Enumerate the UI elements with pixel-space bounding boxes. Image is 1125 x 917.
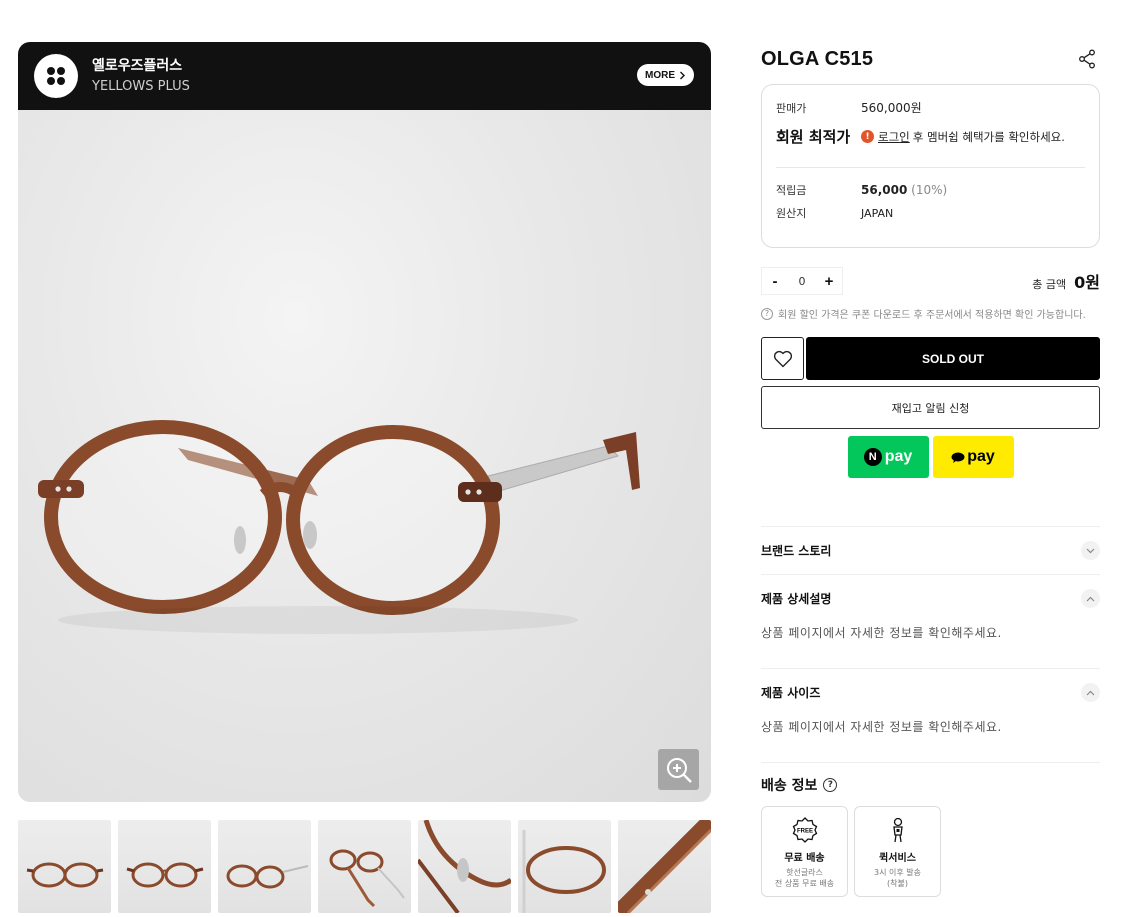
question-icon[interactable]: ? bbox=[823, 778, 838, 792]
price-label: 판매가 bbox=[776, 101, 807, 115]
thumbnail-4[interactable] bbox=[318, 820, 411, 913]
courier-icon bbox=[888, 817, 908, 843]
accordion-header[interactable]: 브랜드 스토리 bbox=[761, 527, 1100, 574]
heart-icon bbox=[773, 350, 792, 367]
brand-more-button[interactable]: MORE bbox=[637, 64, 694, 86]
accordion-header[interactable]: 제품 사이즈 bbox=[761, 669, 1100, 716]
kakao-pay-button[interactable]: pay bbox=[932, 436, 1014, 478]
accordion-title: 제품 상세설명 bbox=[761, 592, 832, 606]
chevron-right-icon bbox=[680, 71, 685, 79]
origin-label: 원산지 bbox=[776, 207, 807, 220]
naver-n-icon: N bbox=[863, 448, 882, 466]
shipping-card-name: 무료 배송 bbox=[784, 853, 825, 864]
kpay-label: pay bbox=[967, 448, 995, 465]
accordion-product-detail: 제품 상세설명 상품 페이지에서 자세한 정보를 확인해주세요. bbox=[761, 574, 1100, 668]
member-benefit-text: 후 멤버쉽 혜택가를 확인하세요. bbox=[912, 129, 1065, 144]
thumb-glasses-detail-icon bbox=[522, 830, 606, 913]
thumbnail-5[interactable] bbox=[418, 820, 511, 913]
thumb-glasses-hinge-icon bbox=[618, 820, 711, 913]
brand-name-kr: 옐로우즈플러스 bbox=[92, 57, 183, 74]
discount-notice: ? 회원 할인 가격은 쿠폰 다운로드 후 주문서에서 적용하면 확인 가능합니… bbox=[761, 306, 1100, 321]
shipping-title-text: 배송 정보 bbox=[761, 778, 818, 794]
product-title: OLGA C515 bbox=[761, 47, 874, 70]
brand-name-en: YELLOWS PLUS bbox=[92, 78, 190, 94]
zoom-in-icon bbox=[666, 757, 692, 783]
shipping-card-desc-line2: 전 상품 무료 배송 bbox=[774, 879, 835, 888]
total-price: 총 금액 0원 bbox=[1032, 269, 1100, 293]
shipping-card-free: FREE 무료 배송 핫선글라스 전 상품 무료 배송 bbox=[761, 806, 848, 897]
notice-text: 회원 할인 가격은 쿠폰 다운로드 후 주문서에서 적용하면 확인 가능합니다. bbox=[778, 310, 1086, 321]
shipping-card-quick: 퀵서비스 3시 이후 발송 (착불) bbox=[854, 806, 941, 897]
price-value: 560,000원 bbox=[861, 101, 922, 115]
thumb-glasses-side-icon bbox=[329, 849, 405, 908]
thumbnail-3[interactable] bbox=[218, 820, 311, 913]
accordion-body: 상품 페이지에서 자세한 정보를 확인해주세요. bbox=[761, 720, 1002, 734]
divider bbox=[776, 167, 1085, 168]
sold-out-button[interactable]: SOLD OUT bbox=[806, 337, 1100, 380]
glasses-illustration bbox=[38, 420, 640, 634]
quantity-value[interactable]: 0 bbox=[799, 275, 806, 288]
restock-alert-button[interactable]: 재입고 알림 신청 bbox=[761, 386, 1100, 429]
chevron-up-icon[interactable] bbox=[1081, 589, 1100, 608]
chevron-up-icon[interactable] bbox=[1081, 683, 1100, 702]
shipping-info: 배송 정보 ? FREE 무료 배송 핫선글라스 전 상품 무료 배송 퀵서비스… bbox=[761, 762, 1100, 897]
thumbnail-1[interactable] bbox=[18, 820, 111, 913]
accordion-product-size: 제품 사이즈 상품 페이지에서 자세한 정보를 확인해주세요. bbox=[761, 668, 1100, 762]
thumb-glasses-angle-icon bbox=[226, 864, 309, 889]
npay-label: pay bbox=[884, 448, 913, 465]
thumb-glasses-front-icon bbox=[126, 862, 204, 888]
main-product-image[interactable] bbox=[18, 110, 711, 802]
accordion-body: 상품 페이지에서 자세한 정보를 확인해주세요. bbox=[761, 626, 1002, 640]
price-box: 판매가 560,000원 회원 최적가 ! 로그인 후 멤버쉽 혜택가를 확인하… bbox=[761, 84, 1100, 248]
accordion-brand-story: 브랜드 스토리 bbox=[761, 526, 1100, 574]
member-price-message: ! 로그인 후 멤버쉽 혜택가를 확인하세요. bbox=[861, 129, 1065, 145]
thumbnail-2[interactable] bbox=[118, 820, 211, 913]
shipping-card-desc-line1: 핫선글라스 bbox=[786, 868, 823, 877]
info-accordion: 브랜드 스토리 제품 상세설명 상품 페이지에서 자세한 정보를 확인해주세요.… bbox=[761, 526, 1100, 762]
free-badge-text: FREE bbox=[796, 829, 812, 835]
share-icon bbox=[1079, 49, 1095, 69]
accordion-title: 브랜드 스토리 bbox=[761, 544, 832, 558]
shipping-title: 배송 정보 ? bbox=[761, 775, 1100, 795]
points-amount: 56,000 bbox=[861, 183, 908, 197]
login-link[interactable]: 로그인 bbox=[878, 129, 910, 145]
product-info-panel: OLGA C515 판매가 560,000원 회원 최적가 ! 로그인 후 멤버… bbox=[761, 42, 1100, 897]
more-label: MORE bbox=[645, 69, 675, 81]
naver-pay-button[interactable]: N pay bbox=[847, 436, 929, 478]
accordion-header[interactable]: 제품 상세설명 bbox=[761, 575, 1100, 622]
brand-logo[interactable] bbox=[34, 54, 78, 98]
brand-logo-icon bbox=[47, 67, 65, 85]
thumbnail-strip bbox=[18, 820, 711, 913]
shipping-card-name: 퀵서비스 bbox=[879, 853, 916, 864]
total-value: 0원 bbox=[1074, 273, 1100, 292]
thumb-glasses-front-icon bbox=[26, 862, 104, 888]
thumb-glasses-closeup-icon bbox=[418, 820, 511, 913]
total-label: 총 금액 bbox=[1032, 278, 1067, 291]
points-value: 56,000 (10%) bbox=[861, 183, 947, 197]
chevron-down-icon[interactable] bbox=[1081, 541, 1100, 560]
share-button[interactable] bbox=[1076, 48, 1098, 70]
member-price-label: 회원 최적가 bbox=[776, 128, 851, 146]
product-gallery: 옐로우즈플러스 YELLOWS PLUS MORE bbox=[18, 42, 711, 802]
accordion-title: 제품 사이즈 bbox=[761, 686, 821, 700]
quantity-decrease-button[interactable]: - bbox=[768, 273, 782, 290]
brand-header: 옐로우즈플러스 YELLOWS PLUS MORE bbox=[18, 42, 711, 110]
wishlist-button[interactable] bbox=[761, 337, 804, 380]
alert-icon: ! bbox=[861, 130, 874, 143]
kakao-bubble-icon bbox=[951, 452, 965, 463]
shipping-card-desc-line1: 3시 이후 발송 bbox=[874, 868, 921, 877]
points-label: 적립금 bbox=[776, 184, 807, 197]
thumbnail-7[interactable] bbox=[618, 820, 711, 913]
zoom-button[interactable] bbox=[658, 749, 699, 790]
quantity-stepper: - 0 + bbox=[761, 267, 843, 295]
free-tag-icon: FREE bbox=[792, 817, 818, 843]
thumbnail-6[interactable] bbox=[518, 820, 611, 913]
question-icon: ? bbox=[761, 307, 773, 320]
points-rate: (10%) bbox=[911, 183, 948, 197]
shipping-card-desc: 3시 이후 발송 (착불) bbox=[874, 867, 921, 889]
shipping-card-desc-line2: (착불) bbox=[887, 879, 908, 888]
shipping-card-desc: 핫선글라스 전 상품 무료 배송 bbox=[775, 867, 834, 889]
quantity-increase-button[interactable]: + bbox=[822, 273, 836, 290]
origin-value: JAPAN bbox=[861, 206, 894, 220]
